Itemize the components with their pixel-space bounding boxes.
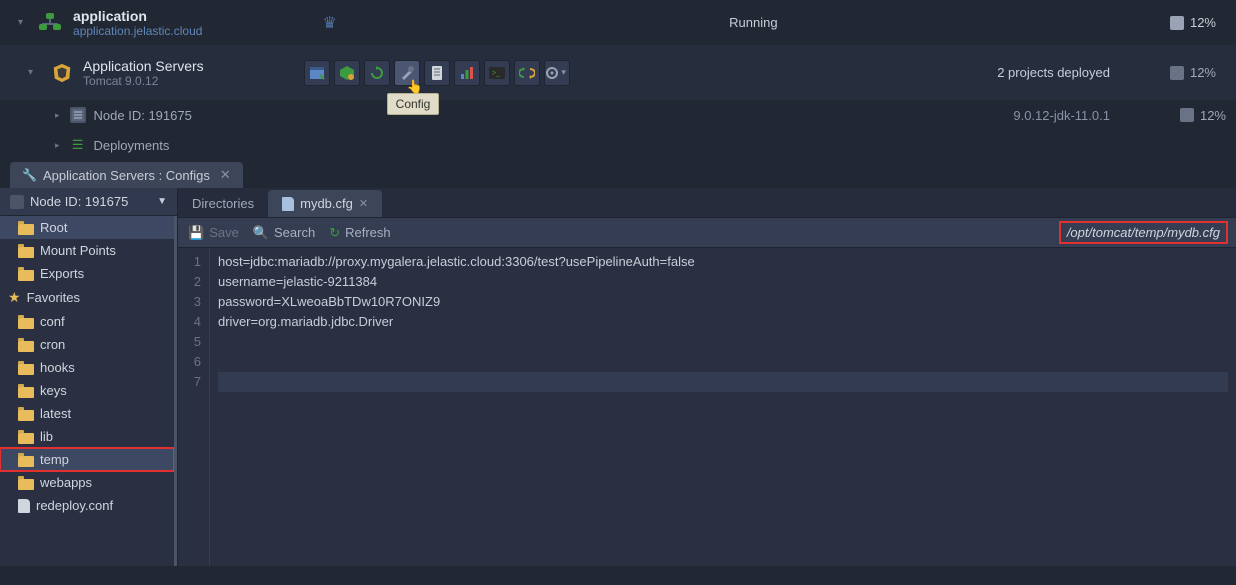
- node-chevron[interactable]: ▸: [55, 110, 60, 121]
- folder-icon: [18, 430, 34, 444]
- tree-exports[interactable]: Exports: [0, 262, 174, 285]
- appserver-usage: 12%: [1170, 65, 1226, 80]
- deployments-icon: ☰: [70, 137, 86, 153]
- folder-icon: [18, 338, 34, 352]
- refresh-icon: ↻: [329, 225, 340, 241]
- save-icon: 💾: [188, 225, 204, 241]
- sidebar-node-selector[interactable]: Node ID: 191675 ▼: [0, 188, 177, 216]
- configs-tab[interactable]: 🔧 Application Servers : Configs ✕: [10, 162, 243, 188]
- env-domain[interactable]: application.jelastic.cloud: [73, 24, 202, 38]
- refresh-button[interactable]: ↻Refresh: [329, 225, 390, 241]
- line-gutter: 1234567: [178, 248, 210, 566]
- directories-tab[interactable]: Directories: [178, 190, 268, 217]
- mydb-cfg-tab[interactable]: mydb.cfg ✕: [268, 190, 382, 217]
- tab-close-icon[interactable]: ✕: [220, 167, 231, 183]
- disk-icon: [1170, 16, 1184, 30]
- tree-latest[interactable]: latest: [0, 402, 174, 425]
- wrench-icon: 🔧: [22, 168, 37, 182]
- node-version: 9.0.12-jdk-11.0.1: [1013, 108, 1110, 123]
- appserver-expand-chevron[interactable]: ▾: [28, 67, 33, 78]
- panel-tab-bar: 🔧 Application Servers : Configs ✕: [0, 160, 1236, 188]
- tree-root[interactable]: Root: [0, 216, 174, 239]
- tree-keys[interactable]: keys: [0, 379, 174, 402]
- folder-icon: [18, 244, 34, 258]
- folder-icon: [18, 267, 34, 281]
- node-id-row[interactable]: ▸ Node ID: 191675 9.0.12-jdk-11.0.1 12%: [0, 100, 1236, 130]
- environment-row: ▾ application application.jelastic.cloud…: [0, 0, 1236, 45]
- deploy-info: 2 projects deployed: [997, 65, 1110, 80]
- chevron-down-icon: ▼: [157, 196, 167, 207]
- search-button[interactable]: 🔍Search: [253, 225, 315, 241]
- tree-lib[interactable]: lib: [0, 425, 174, 448]
- folder-icon: [18, 384, 34, 398]
- deployments-chevron[interactable]: ▸: [55, 140, 60, 151]
- deployments-row[interactable]: ▸ ☰ Deployments: [0, 130, 1236, 160]
- folder-icon: [18, 453, 34, 467]
- deployments-label: Deployments: [94, 138, 170, 153]
- config-sidebar: Node ID: 191675 ▼ Root Mount Points Expo…: [0, 188, 178, 566]
- file-tab-bar: Directories mydb.cfg ✕: [178, 188, 1236, 218]
- favorites-header: ★Favorites: [0, 285, 174, 310]
- node-icon: [70, 107, 86, 123]
- node-selector-icon: [10, 195, 24, 209]
- folder-icon: [18, 221, 34, 235]
- config-button[interactable]: 👆 Config: [394, 60, 420, 86]
- svg-text:>_: >_: [492, 70, 500, 77]
- tomcat-icon: [51, 62, 73, 84]
- app-server-row: ▾ Application Servers Tomcat 9.0.12 👆 Co…: [0, 45, 1236, 100]
- file-tree: Root Mount Points Exports ★Favorites con…: [0, 216, 177, 566]
- env-title[interactable]: application: [73, 8, 202, 24]
- code-editor[interactable]: 1234567 host=jdbc:mariadb://proxy.mygale…: [178, 248, 1236, 566]
- log-button[interactable]: [424, 60, 450, 86]
- open-browser-button[interactable]: [304, 60, 330, 86]
- tree-hooks[interactable]: hooks: [0, 356, 174, 379]
- tree-cron[interactable]: cron: [0, 333, 174, 356]
- editor-action-bar: 💾Save 🔍Search ↻Refresh /opt/tomcat/temp/…: [178, 218, 1236, 248]
- folder-icon: [18, 361, 34, 375]
- env-status: Running: [337, 15, 1170, 30]
- node-id-label: Node ID: 191675: [94, 108, 192, 123]
- redeploy-button[interactable]: [514, 60, 540, 86]
- ssh-button[interactable]: >_: [484, 60, 510, 86]
- file-icon: [282, 197, 294, 211]
- tree-conf[interactable]: conf: [0, 310, 174, 333]
- appserver-version: Tomcat 9.0.12: [83, 74, 204, 88]
- tree-redeploy-conf[interactable]: redeploy.conf: [0, 494, 174, 517]
- settings-button[interactable]: ▾: [544, 60, 570, 86]
- folder-icon: [18, 407, 34, 421]
- tree-webapps[interactable]: webapps: [0, 471, 174, 494]
- env-disk-usage: 12%: [1170, 15, 1226, 30]
- tree-mount-points[interactable]: Mount Points: [0, 239, 174, 262]
- environment-icon: [39, 13, 61, 33]
- file-tab-close-icon[interactable]: ✕: [359, 197, 368, 210]
- appserver-toolbar: 👆 Config >_ ▾: [304, 60, 570, 86]
- restart-button[interactable]: [364, 60, 390, 86]
- folder-icon: [18, 476, 34, 490]
- tree-temp[interactable]: temp: [0, 448, 174, 471]
- statistics-button[interactable]: [454, 60, 480, 86]
- star-icon: ★: [8, 289, 21, 306]
- code-area[interactable]: host=jdbc:mariadb://proxy.mygalera.jelas…: [210, 248, 1236, 566]
- cursor-icon: 👆: [406, 79, 422, 95]
- file-icon: [18, 499, 30, 513]
- file-path: /opt/tomcat/temp/mydb.cfg: [1061, 223, 1226, 242]
- node-usage: 12%: [1180, 108, 1236, 123]
- env-expand-chevron[interactable]: ▾: [18, 17, 23, 28]
- folder-icon: [18, 315, 34, 329]
- crown-icon: ♛: [322, 13, 336, 33]
- search-icon: 🔍: [253, 225, 269, 241]
- save-button[interactable]: 💾Save: [188, 225, 239, 241]
- appserver-title[interactable]: Application Servers: [83, 58, 204, 74]
- remote-desktop-button[interactable]: [334, 60, 360, 86]
- config-tooltip: Config: [387, 93, 440, 115]
